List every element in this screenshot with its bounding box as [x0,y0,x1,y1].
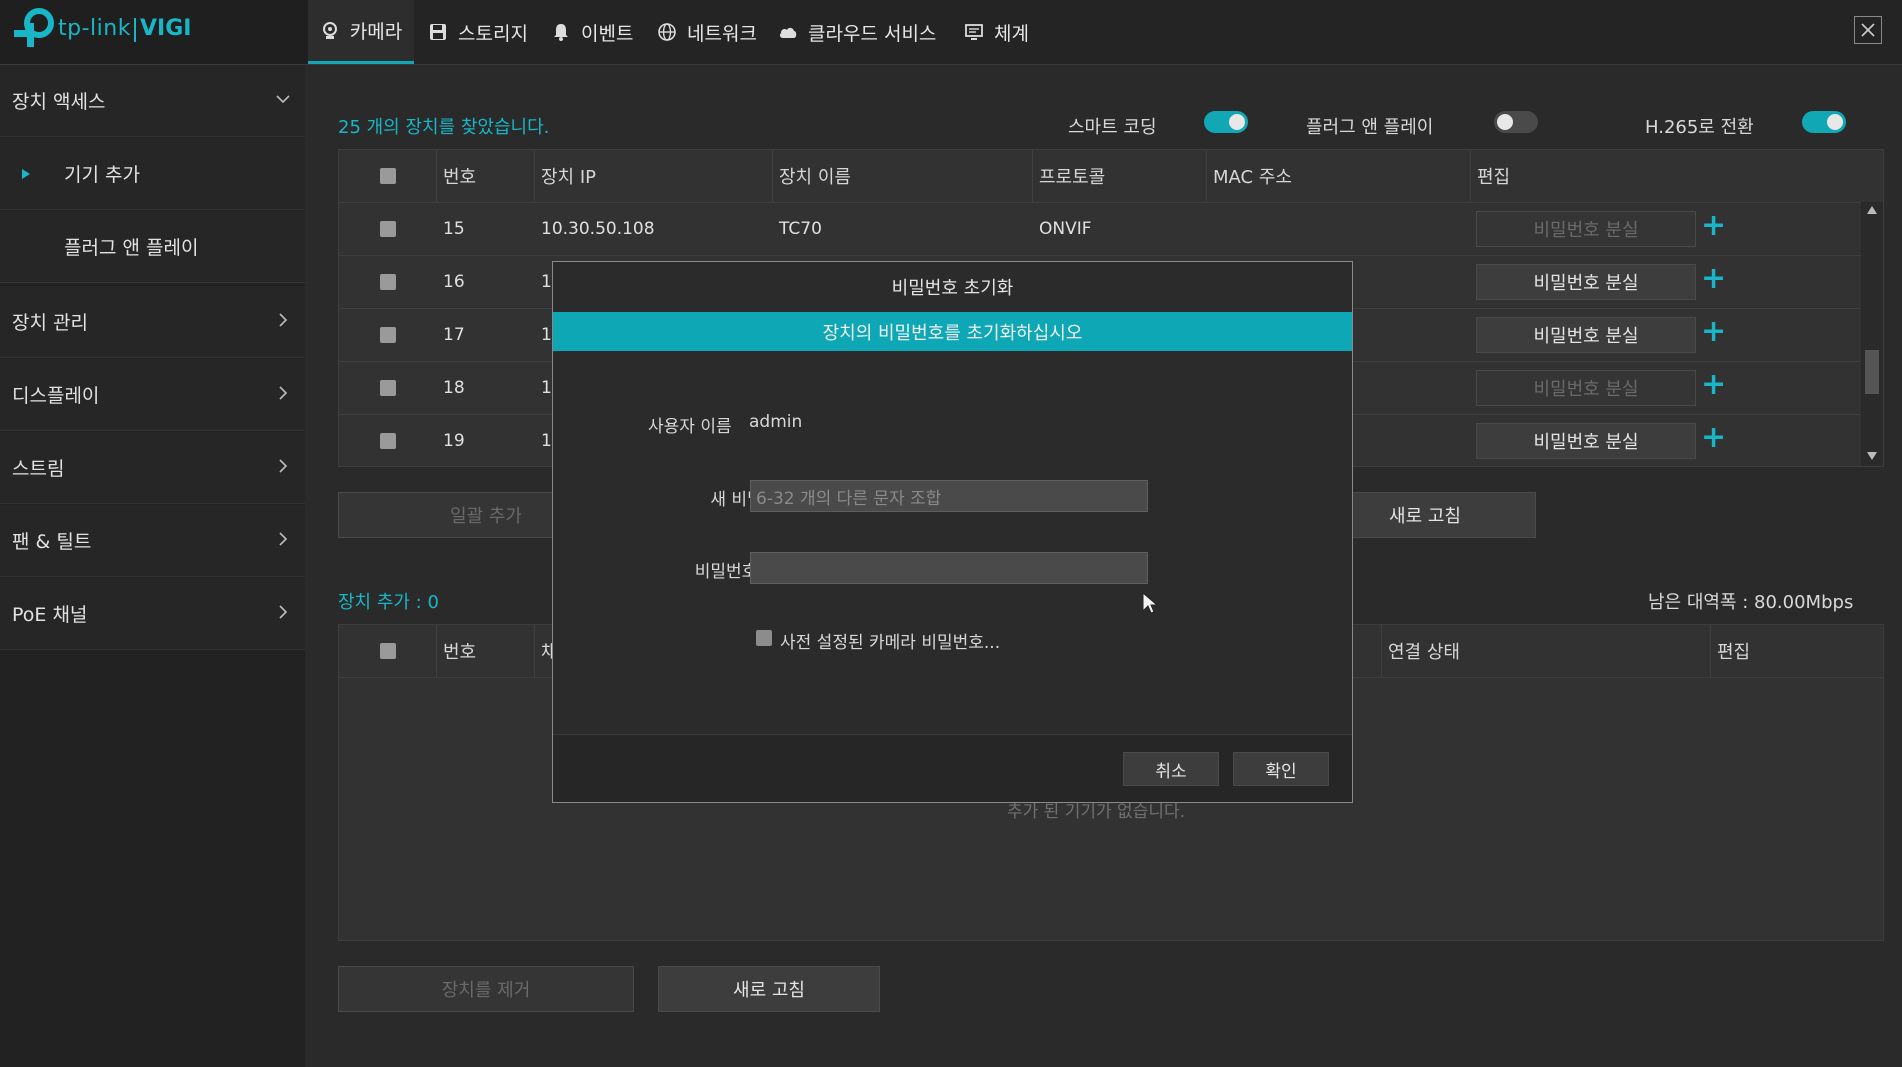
chevron-right-icon [279,386,288,400]
header-edit: 편집 [1717,642,1751,663]
header-connection-status: 연결 상태 [1381,625,1711,677]
add-plus-icon[interactable]: + [1701,211,1726,241]
sidebar-item-display[interactable]: 디스플레이 [0,359,305,431]
plug-play-label: 플러그 앤 플레이 [1306,117,1434,138]
username-value: admin [749,412,803,432]
chevron-right-icon [279,532,288,546]
scrollbar[interactable] [1861,202,1883,466]
select-all-checkbox[interactable] [379,168,396,184]
header-device-name: 장치 이름 [773,150,1033,202]
dialog-banner: 장치의 비밀번호를 초기화하십시오 [553,312,1352,351]
row-checkbox[interactable] [380,380,396,396]
username-label: 사용자 이름 [648,417,732,437]
reset-password-dialog: 비밀번호 초기화 장치의 비밀번호를 초기화하십시오 사용자 이름 admin … [552,261,1353,803]
add-plus-icon[interactable]: + [1701,264,1726,294]
refresh-button-bottom[interactable]: 새로 고침 [658,966,880,1012]
header-device-ip: 장치 IP [535,150,773,202]
scroll-up-icon[interactable] [1867,206,1877,214]
brand-name: tp-link [58,16,131,41]
found-count: 25 개의 장치를 찾았습니다. [338,117,550,138]
row-mac [1207,203,1213,255]
cloud-icon [779,27,797,38]
close-icon [1861,23,1875,37]
mouse-cursor-icon [1142,592,1158,614]
close-button[interactable] [1854,16,1882,44]
sidebar-item-device-management[interactable]: 장치 관리 [0,286,305,358]
new-password-input[interactable]: 6-32 개의 다른 문자 조합 [750,480,1148,512]
row-ip: 10.30.50.108 [541,219,655,239]
add-plus-icon[interactable]: + [1701,370,1726,400]
storage-icon [430,24,446,40]
tab-storage[interactable]: 스토리지 [428,0,528,64]
select-all-checkbox[interactable] [379,643,396,659]
active-marker-icon [22,169,30,179]
header-number: 번호 [437,625,535,677]
add-plus-icon[interactable]: + [1701,423,1726,453]
tab-cloud[interactable]: 클라우드 서비스 [778,0,936,64]
plug-play-toggle[interactable] [1494,111,1538,133]
add-plus-icon[interactable]: + [1701,317,1726,347]
row-number: 15 [443,219,465,239]
sidebar-item-device-access[interactable]: 장치 액세스 [0,65,305,137]
camera-icon [322,21,337,39]
h265-toggle[interactable] [1802,111,1846,133]
tab-event[interactable]: 이벤트 [551,0,633,64]
logo: tp-link VIGI [0,0,308,64]
globe-icon [658,23,676,41]
sidebar-item-plug-and-play[interactable]: 플러그 앤 플레이 [0,211,305,283]
header-select-all [339,150,437,202]
confirm-button[interactable]: 확인 [1233,752,1329,786]
forgot-password-button[interactable]: 비밀번호 분실 [1476,264,1696,300]
tab-camera[interactable]: 카메라 [308,0,414,64]
monitor-icon [965,24,983,40]
added-count: 장치 추가 : 0 [338,592,439,613]
scroll-down-icon[interactable] [1867,452,1877,460]
confirm-password-input[interactable] [750,552,1148,584]
row-number: 19 [443,431,465,451]
logo-separator [134,18,136,42]
table-row[interactable]: 15 10.30.50.108 TC70 ONVIF 비밀번호 분실 + [339,202,1861,255]
remaining-bandwidth: 남은 대역폭 : 80.00Mbps [1648,592,1854,613]
smart-coding-label: 스마트 코딩 [1068,117,1157,138]
smart-coding-toggle[interactable] [1204,111,1248,133]
sidebar-item-pan-tilt[interactable]: 팬 & 틸트 [0,505,305,577]
row-checkbox[interactable] [380,221,396,237]
header-protocol: 프로토콜 [1033,150,1207,202]
header-select-all [339,625,437,677]
sidebar-item-poe-channel[interactable]: PoE 채널 [0,578,305,650]
row-checkbox[interactable] [380,433,396,449]
chevron-right-icon [279,313,288,327]
preset-password-label[interactable]: 사전 설정된 카메라 비밀번호... [780,628,1000,653]
row-protocol: ONVIF [1039,219,1092,239]
header-mac: MAC 주소 [1207,150,1471,202]
scrollbar-thumb[interactable] [1865,350,1879,394]
chevron-right-icon [279,459,288,473]
remove-device-button[interactable]: 장치를 제거 [338,966,634,1012]
forgot-password-button[interactable]: 비밀번호 분실 [1476,423,1696,459]
row-number: 17 [443,325,465,345]
row-checkbox[interactable] [380,274,396,290]
header-edit: 편집 [1477,167,1511,188]
cancel-button[interactable]: 취소 [1123,752,1219,786]
row-number: 16 [443,272,465,292]
sidebar-item-add-device[interactable]: 기기 추가 [0,138,305,210]
brand-product: VIGI [140,16,192,41]
bell-icon [554,24,568,41]
h265-label: H.265로 전환 [1645,117,1754,138]
forgot-password-button[interactable]: 비밀번호 분실 [1476,211,1696,247]
tab-network[interactable]: 네트워크 [657,0,757,64]
header-number: 번호 [437,150,535,202]
tp-link-logo-icon [14,8,54,47]
chevron-right-icon [279,605,288,619]
row-number: 18 [443,378,465,398]
forgot-password-button[interactable]: 비밀번호 분실 [1476,317,1696,353]
chevron-down-icon [276,95,290,104]
sidebar-item-stream[interactable]: 스트림 [0,432,305,504]
row-checkbox[interactable] [380,327,396,343]
dialog-title: 비밀번호 초기화 [891,278,1014,299]
tab-system[interactable]: 체계 [964,0,1029,64]
forgot-password-button[interactable]: 비밀번호 분실 [1476,370,1696,406]
row-name: TC70 [779,219,822,239]
preset-password-checkbox[interactable] [756,630,772,646]
